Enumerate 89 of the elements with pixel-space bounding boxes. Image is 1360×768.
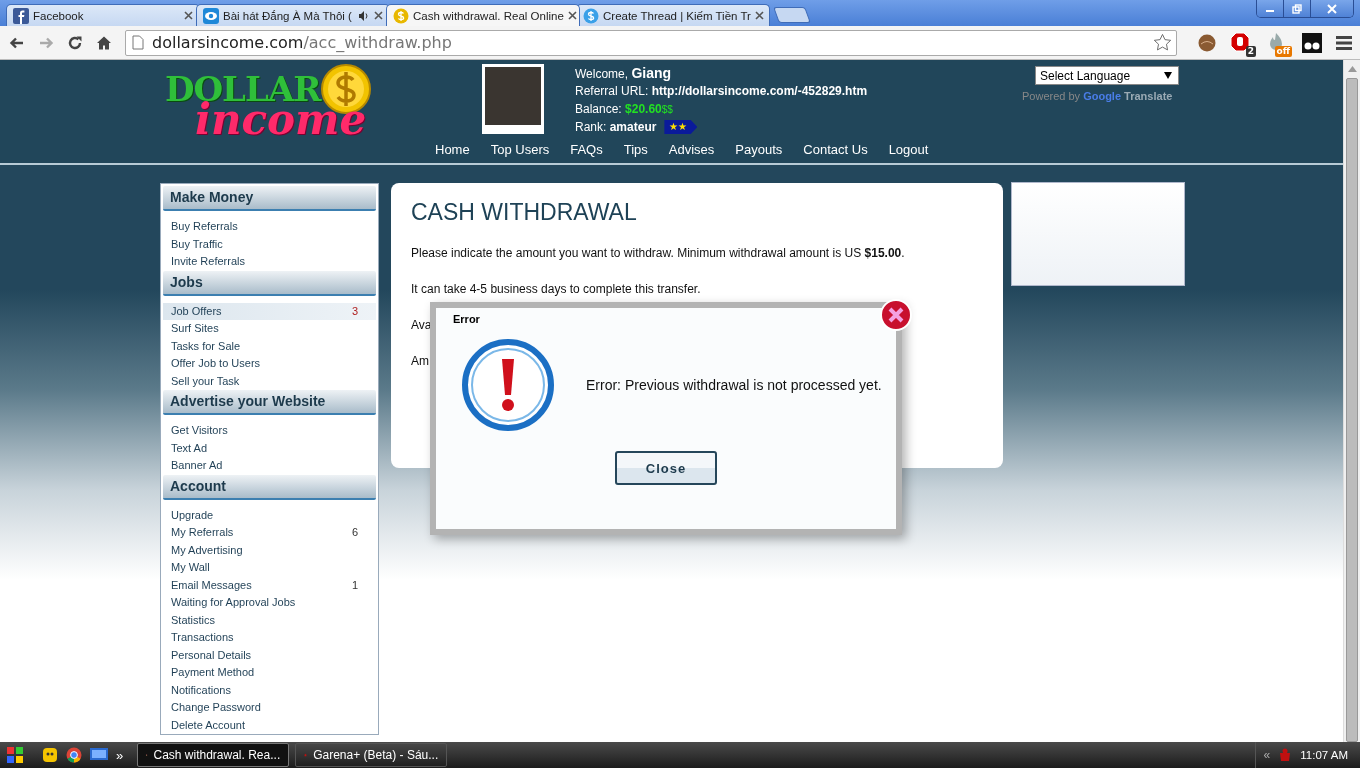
coin-icon [393,7,409,24]
section-header: Account [163,474,376,500]
taskbar-button[interactable]: Garena+ (Beta) - Sáu... [295,743,448,767]
close-window-button[interactable] [1310,0,1353,17]
glasses-icon[interactable] [1302,32,1322,53]
sidebar-link[interactable]: Invite Referrals [163,253,376,271]
new-tab-button[interactable] [773,7,811,23]
language-select[interactable]: Select Language [1035,66,1179,85]
sidebar-link[interactable]: Get Visitors [163,422,376,440]
scroll-thumb[interactable] [1346,77,1358,742]
sidebar-link[interactable]: Text Ad [163,439,376,457]
section-header: Advertise your Website [163,390,376,415]
funds-text: Ava [411,317,432,334]
nav-link[interactable]: Contact Us [803,142,875,157]
photo-placeholder [482,64,544,134]
sidebar-link[interactable]: Tasks for Sale [163,337,376,355]
sidebar-link[interactable]: Job Offers 3 [163,302,376,320]
dialog-title: Error [453,313,480,325]
sidebar-link[interactable]: Personal Details [163,646,376,664]
close-icon[interactable] [754,11,764,20]
sidebar-link[interactable]: Email Messages 1 [163,576,376,594]
sidebar-link[interactable]: Banner Ad [163,457,376,475]
facebook-icon [13,7,29,24]
logo[interactable]: DOLLAR income [165,60,410,163]
sidebar-link[interactable]: Buy Referrals [163,218,376,236]
tray-expand-button[interactable]: « [1263,748,1271,762]
home-icon[interactable] [96,34,112,51]
section-header: Make Money [163,186,376,211]
rank-badge: ★★ [664,120,698,134]
restore-button[interactable] [1283,0,1310,17]
nav-link[interactable]: Advises [668,142,722,157]
page-title: CASH WITHDRAWAL [411,199,638,226]
sidebar-link[interactable]: My Advertising [163,541,376,559]
sidebar-link[interactable]: My Wall [163,559,376,577]
close-button[interactable]: Close [615,451,717,485]
menu-icon[interactable] [1336,35,1352,50]
clock: 11:07 AM [1300,749,1348,761]
powered-by-text: Powered by Google Translate [1022,90,1174,102]
dropdown-arrow-icon [1164,72,1172,79]
scrollbar[interactable] [1343,60,1360,742]
nav-link[interactable]: Logout [888,142,936,157]
sidebar-link[interactable]: Transactions [163,629,376,647]
sidebar-link[interactable]: Waiting for Approval Jobs [163,594,376,612]
address-bar[interactable]: dollarsincome.com/acc_withdraw.php [125,29,1177,56]
sidebar-link[interactable]: Buy Traffic [163,235,376,253]
sidebar-link[interactable]: Notifications [163,681,376,699]
eye-icon [203,7,219,24]
sidebar-link[interactable]: Offer Job to Users [163,355,376,373]
face-icon[interactable] [42,747,58,763]
nav-link[interactable]: Payouts [735,142,790,157]
sidebar-link[interactable]: My Referrals 6 [163,524,376,542]
sidebar-link[interactable]: Payment Method [163,664,376,682]
sidebar-link[interactable]: Change Password [163,699,376,717]
star-icon[interactable] [1153,33,1172,52]
note-text: It can take 4-5 business days to complete this transfer. [411,281,702,298]
close-icon[interactable] [374,11,383,20]
coin-icon [583,7,599,24]
page-icon [132,35,144,50]
sidebar-link[interactable]: Statistics [163,611,376,629]
more-button[interactable]: » [116,747,124,763]
referral-url-text: Referral URL: http://dollarsincome.com/-452829.htm [575,83,868,100]
section-header: Jobs [163,270,376,296]
rank-text: Rank: amateur [575,119,657,136]
error-message: Error: Previous withdrawal is not processed yet. [586,377,882,393]
sidebar-link[interactable]: Surf Sites [163,320,376,338]
restore-icon [1292,3,1302,14]
minimize-icon [1266,10,1274,12]
nav-link[interactable]: Tips [623,142,655,157]
taskbar-button[interactable]: Cash withdrawal. Rea... [137,743,290,767]
avatar-icon[interactable] [1198,33,1216,52]
reload-icon[interactable] [67,34,83,51]
close-icon[interactable] [184,11,193,20]
close-icon[interactable] [567,11,577,20]
monitor-icon[interactable] [90,748,108,762]
nav-link[interactable]: FAQs [570,142,610,157]
instruction-text: Please indicate the amount you want to withdraw. Minimum withdrawal amount is US $15.00. [411,245,906,262]
sidebar-link[interactable]: Delete Account [163,716,376,734]
minimize-button[interactable] [1257,0,1283,17]
nav-link[interactable]: Top Users [490,142,557,157]
start-icon[interactable] [6,746,24,764]
browser-tab[interactable]: Cash withdrawal. Real Online [386,4,580,26]
warning-icon [462,339,554,431]
nav-link[interactable]: Home [435,142,477,157]
sidebar-link[interactable]: Sell your Task [163,372,376,390]
amount-label: Am [411,353,429,370]
sidebar-link[interactable]: Upgrade [163,506,376,524]
welcome-text: Welcome, Giang [575,64,673,82]
close-icon [1327,3,1337,14]
balance-text: Balance: $20.60$$ [575,101,674,118]
